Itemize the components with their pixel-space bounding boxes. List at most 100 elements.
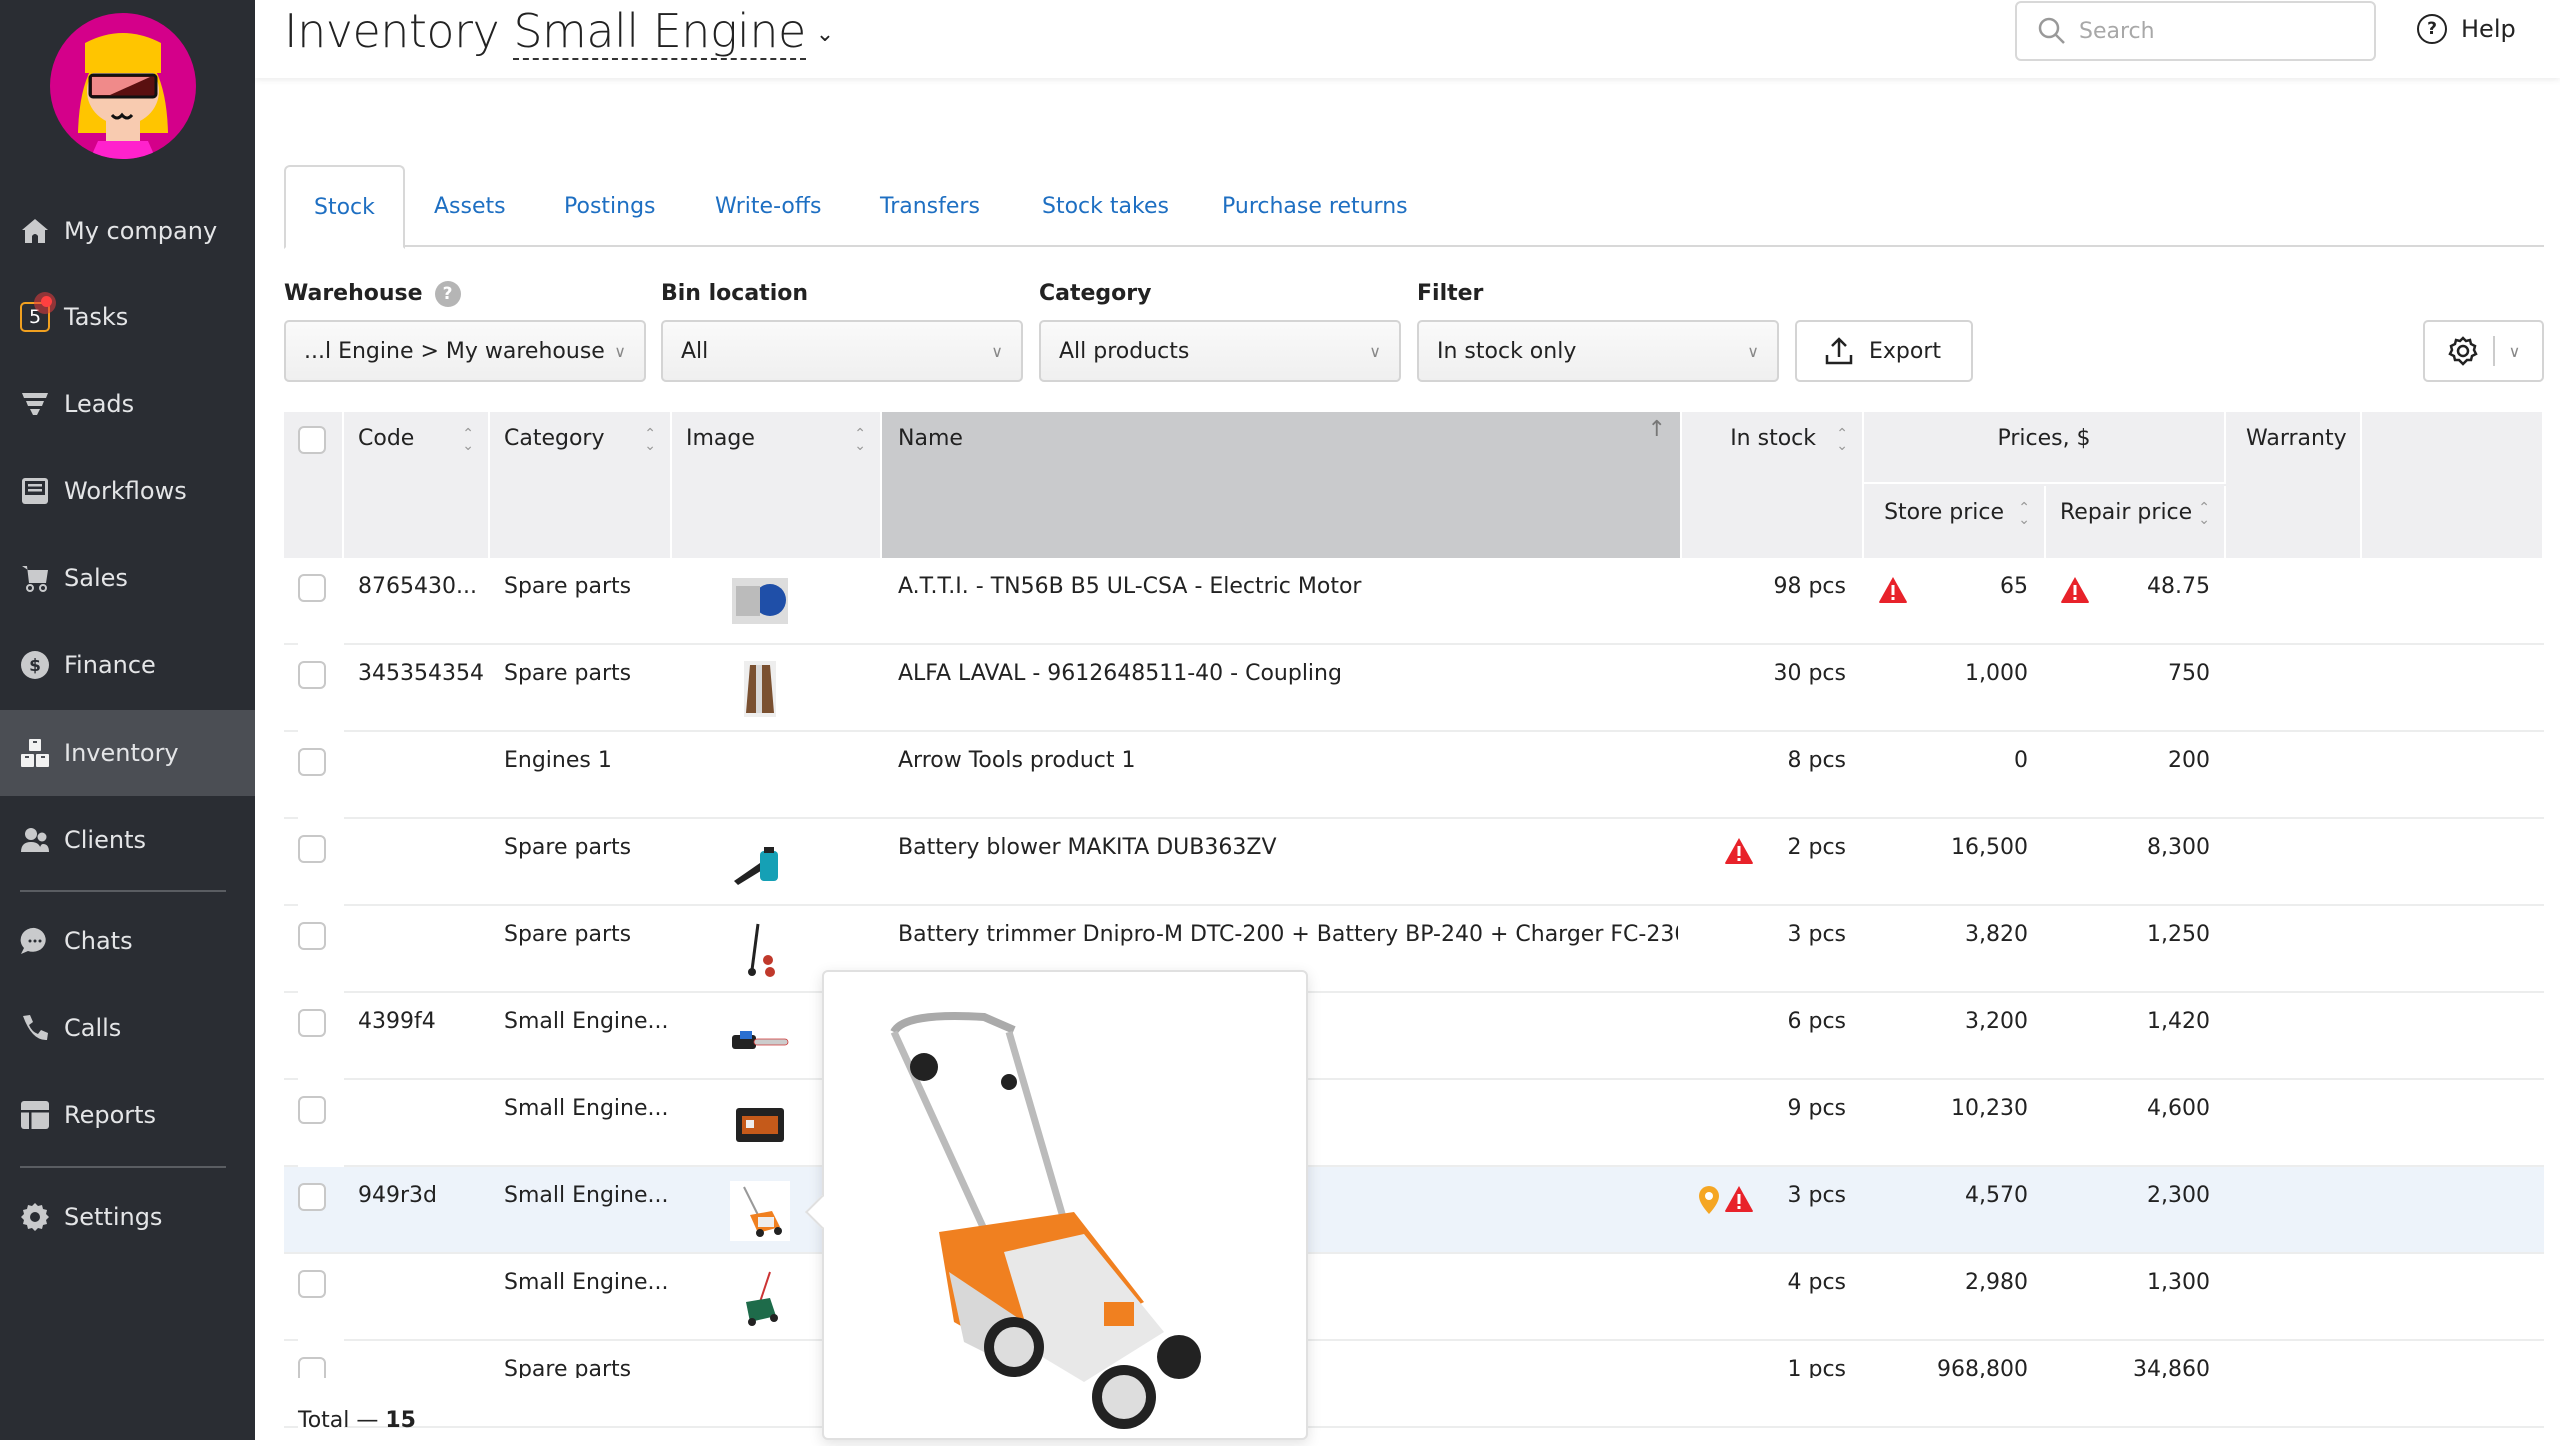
- row-checkbox[interactable]: [298, 1096, 326, 1124]
- location-pin-icon[interactable]: [1698, 1185, 1720, 1221]
- tab-postings[interactable]: Postings: [564, 165, 656, 247]
- table-row[interactable]: 4399f4Small Engine...4.9 hp chain tire 4…: [284, 993, 2544, 1080]
- sidebar-item-reports[interactable]: Reports: [0, 1072, 255, 1158]
- row-checkbox[interactable]: [298, 1009, 326, 1037]
- tasks-count-badge: 5: [20, 292, 56, 332]
- row-checkbox[interactable]: [298, 661, 326, 689]
- table-row[interactable]: Spare parts Battery trimmer Dnipro-M DTC-…: [284, 906, 2544, 993]
- warehouse-select[interactable]: ...l Engine > My warehouse ∨: [284, 320, 646, 382]
- table-row[interactable]: Spare parts Battery blower MAKITA DUB363Z…: [284, 819, 2544, 906]
- search-input[interactable]: [2079, 18, 2359, 44]
- sidebar-item-chats[interactable]: Chats: [0, 898, 255, 984]
- filter-select[interactable]: In stock only ∨: [1417, 320, 1779, 382]
- product-thumbnail-trimmer[interactable]: [730, 920, 790, 980]
- tab-assets[interactable]: Assets: [434, 165, 506, 247]
- sidebar-item-tasks[interactable]: 5 Tasks: [0, 274, 255, 360]
- sidebar-item-label: Leads: [64, 390, 135, 418]
- column-code[interactable]: Code ⌃ ⌄: [344, 412, 490, 558]
- cell-name[interactable]: Arrow Tools product 1: [898, 732, 1678, 819]
- product-thumbnail-chainsaw[interactable]: [730, 1007, 790, 1067]
- search-box[interactable]: [2015, 1, 2376, 61]
- product-thumbnail-lawnmower-green[interactable]: [730, 1268, 790, 1328]
- tab-purchase-returns[interactable]: Purchase returns: [1222, 165, 1408, 247]
- warning-icon[interactable]: [1724, 1185, 1754, 1219]
- table-row[interactable]: 8765430... Spare parts A.T.T.I. - TN56B B5…: [284, 558, 2544, 645]
- top-bar: Inventory Small Engine ⌄ ? Help: [255, 0, 2560, 78]
- cell-name[interactable]: Battery blower MAKITA DUB363ZV: [898, 819, 1678, 906]
- product-thumbnail-electric-motor[interactable]: [730, 572, 790, 632]
- product-thumbnail-lawnmower-orange[interactable]: [730, 1181, 790, 1241]
- row-checkbox[interactable]: [298, 574, 326, 602]
- column-warranty[interactable]: Warranty: [2226, 412, 2362, 558]
- user-avatar[interactable]: [50, 13, 196, 159]
- help-question-icon[interactable]: ?: [434, 281, 461, 307]
- warning-icon[interactable]: [2060, 576, 2090, 610]
- sidebar-item-my-company[interactable]: My company: [0, 188, 255, 274]
- table-row[interactable]: Small Engine... 9 pcs 10,230 4,600: [284, 1080, 2544, 1167]
- warning-icon[interactable]: [1724, 837, 1754, 871]
- table-row[interactable]: 345354354 Spare parts ALFA LAVAL - 9612648…: [284, 645, 2544, 732]
- category-select[interactable]: All products ∨: [1039, 320, 1401, 382]
- phone-icon: [20, 1013, 50, 1043]
- sort-icon: ⌃ ⌄: [462, 426, 474, 454]
- warning-icon[interactable]: [1878, 576, 1908, 610]
- cell-code: [358, 819, 488, 906]
- product-thumbnail-generator[interactable]: [730, 1094, 790, 1154]
- cell-store-price: 16,500: [1951, 835, 2028, 860]
- product-thumbnail-coupling[interactable]: [730, 659, 790, 719]
- sidebar-item-label: Workflows: [64, 477, 187, 505]
- cell-repair-price: 200: [2168, 748, 2210, 773]
- select-all-checkbox[interactable]: [298, 426, 326, 454]
- row-checkbox[interactable]: [298, 1270, 326, 1298]
- sidebar-item-inventory[interactable]: Inventory: [0, 710, 255, 796]
- warehouse-value: ...l Engine > My warehouse: [304, 338, 605, 364]
- sidebar-item-sales[interactable]: Sales: [0, 535, 255, 621]
- tab-write-offs[interactable]: Write-offs: [715, 165, 822, 247]
- row-checkbox[interactable]: [298, 835, 326, 863]
- gear-icon: [2447, 336, 2478, 366]
- sort-ascending-icon: ↑: [1647, 417, 1666, 442]
- help-button[interactable]: ? Help: [2417, 14, 2516, 44]
- chevron-down-icon[interactable]: ∨: [2509, 342, 2521, 361]
- sidebar-item-settings[interactable]: Settings: [0, 1174, 255, 1260]
- table-row[interactable]: 949r3d Small Engine... 3 pcs 4,570 2,300: [284, 1167, 2544, 1254]
- cell-code: 345354354: [358, 661, 484, 686]
- sidebar-item-clients[interactable]: Clients: [0, 797, 255, 883]
- column-in-stock[interactable]: In stock ⌃ ⌄: [1682, 412, 1864, 558]
- table-row[interactable]: Small Engine...3 2.5 kW4 pcs2,9801,300: [284, 1254, 2544, 1341]
- sidebar-item-finance[interactable]: $ Finance: [0, 622, 255, 708]
- tab-stock-takes[interactable]: Stock takes: [1042, 165, 1169, 247]
- row-checkbox[interactable]: [298, 922, 326, 950]
- cell-in-stock: 98 pcs: [1773, 574, 1846, 599]
- chevron-down-icon[interactable]: ⌄: [816, 22, 834, 47]
- image-preview-popup: [805, 970, 1308, 1440]
- sidebar-item-label: Chats: [64, 927, 133, 955]
- cell-name[interactable]: ALFA LAVAL - 9612648511-40 - Coupling: [898, 645, 1678, 732]
- row-checkbox[interactable]: [298, 1183, 326, 1211]
- column-store-price[interactable]: Store price ⌃ ⌄: [1864, 486, 2046, 558]
- row-checkbox[interactable]: [298, 748, 326, 776]
- bin-location-select[interactable]: All ∨: [661, 320, 1023, 382]
- cell-in-stock: 2 pcs: [1787, 835, 1846, 860]
- divider: [2492, 336, 2495, 366]
- tab-transfers[interactable]: Transfers: [880, 165, 980, 247]
- export-button[interactable]: Export: [1795, 320, 1973, 382]
- tab-stock[interactable]: Stock: [284, 165, 405, 249]
- column-name[interactable]: Name ↑: [882, 412, 1682, 558]
- column-category[interactable]: Category ⌃ ⌄: [490, 412, 672, 558]
- cell-name[interactable]: A.T.T.I. - TN56B B5 UL-CSA - Electric Mo…: [898, 558, 1678, 645]
- sidebar-item-calls[interactable]: Calls: [0, 985, 255, 1071]
- column-image[interactable]: Image ⌃ ⌄: [672, 412, 882, 558]
- sidebar-item-label: Inventory: [64, 739, 179, 767]
- warehouse-switcher-link[interactable]: Small Engine: [513, 4, 806, 60]
- product-thumbnail-blower[interactable]: [730, 833, 790, 893]
- sidebar-item-workflows[interactable]: Workflows: [0, 448, 255, 534]
- chat-icon: [20, 926, 50, 956]
- filter-value: In stock only: [1437, 338, 1577, 364]
- cell-store-price: 0: [2014, 748, 2028, 773]
- title-prefix: Inventory: [284, 4, 500, 58]
- sidebar-item-leads[interactable]: Leads: [0, 361, 255, 447]
- column-repair-price[interactable]: Repair price ⌃ ⌄: [2046, 486, 2226, 558]
- table-row[interactable]: Engines 1 Arrow Tools product 1 8 pcs 0 200: [284, 732, 2544, 819]
- table-settings-button[interactable]: ∨: [2423, 320, 2544, 382]
